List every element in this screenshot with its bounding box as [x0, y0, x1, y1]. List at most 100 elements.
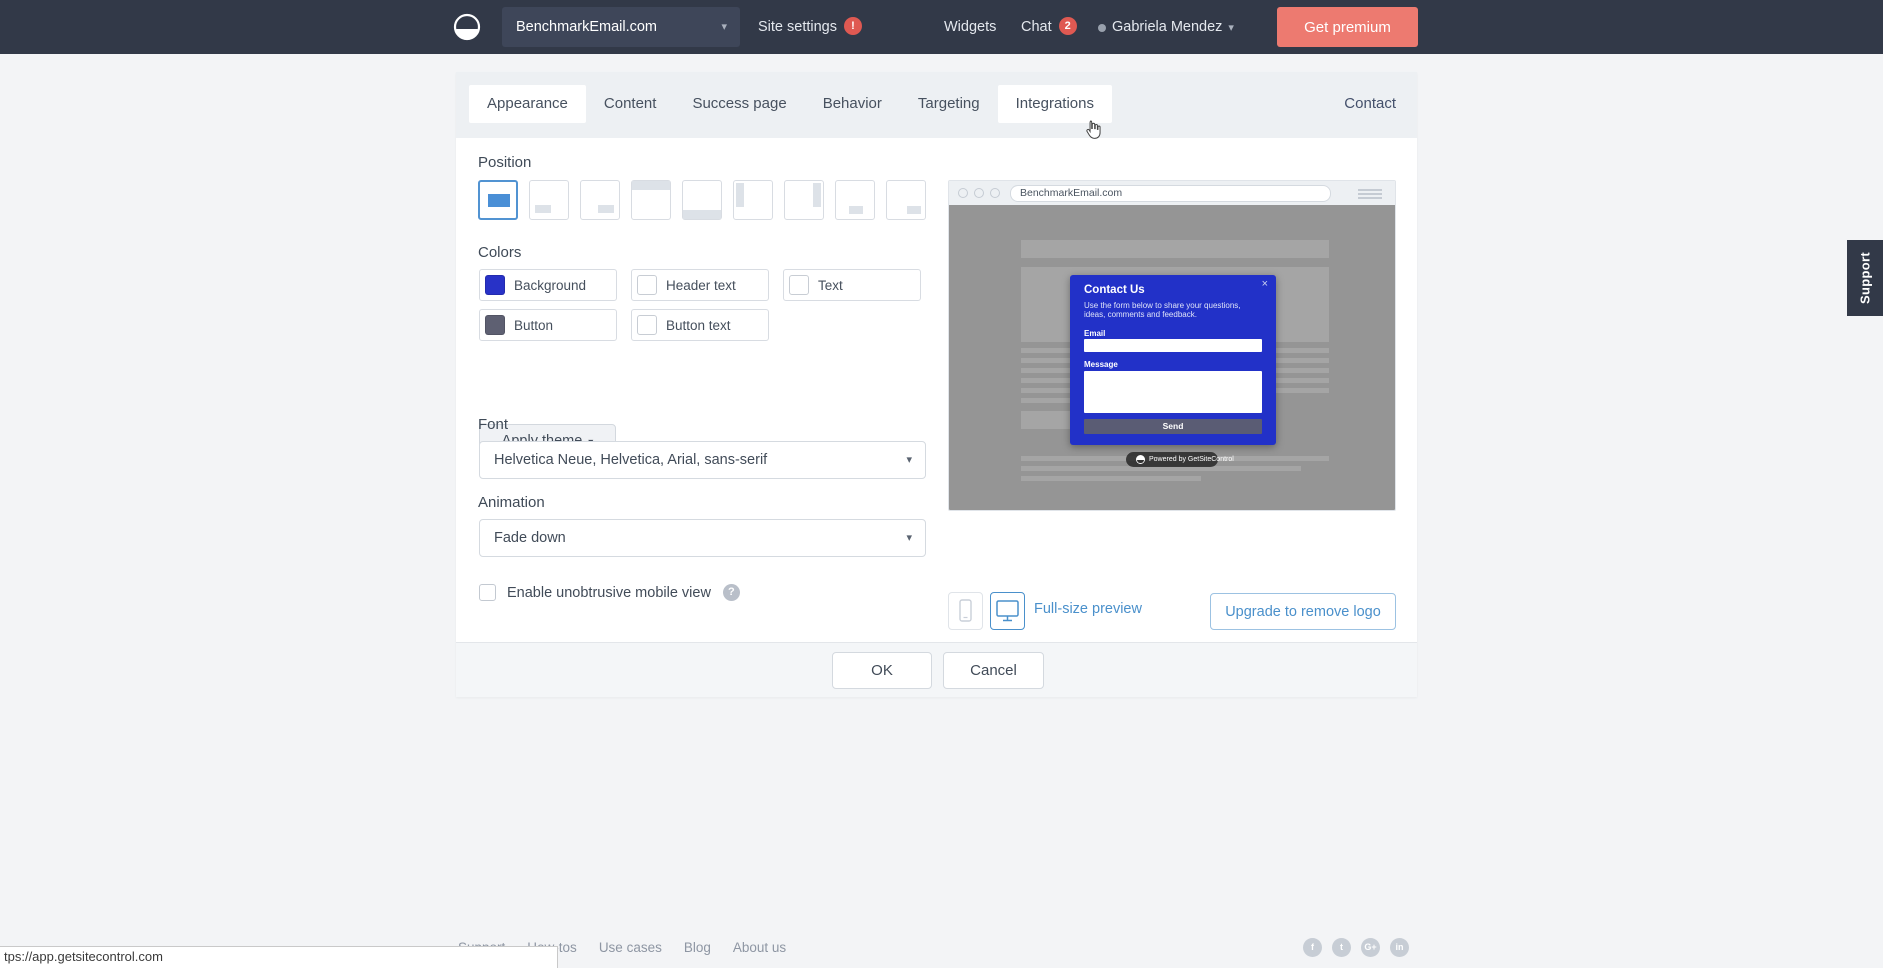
preview-page: Contact Us × Use the form below to share…: [949, 205, 1396, 511]
position-option-left-panel[interactable]: [733, 180, 773, 220]
message-textarea: [1084, 371, 1262, 413]
bottom-right-small-icon: [907, 206, 921, 214]
bottom-bar-icon: [683, 210, 721, 219]
help-icon[interactable]: ?: [723, 584, 740, 601]
full-size-preview-link[interactable]: Full-size preview: [1034, 601, 1142, 617]
linkedin-icon[interactable]: in: [1390, 938, 1409, 957]
position-label: Position: [478, 154, 531, 171]
widget-description: Use the form below to share your questio…: [1084, 302, 1262, 319]
tab-success-page[interactable]: Success page: [674, 85, 804, 123]
tab-appearance[interactable]: Appearance: [469, 85, 586, 123]
nav-site-settings[interactable]: Site settings!: [758, 0, 862, 54]
position-option-top-bar[interactable]: [631, 180, 671, 220]
swatch-color: [485, 275, 505, 295]
modal-center-icon: [488, 194, 510, 207]
position-option-bottom-center-small[interactable]: [835, 180, 875, 220]
mobile-preview-button[interactable]: [948, 592, 983, 630]
site-selector-dropdown[interactable]: BenchmarkEmail.com ▾: [502, 7, 740, 47]
top-bar-icon: [632, 181, 670, 190]
color-swatch-button[interactable]: Button: [479, 309, 617, 341]
mobile-view-row: Enable unobtrusive mobile view ?: [479, 584, 740, 601]
email-input: [1084, 339, 1262, 352]
bottom-left-icon: [535, 205, 551, 213]
nav-chat[interactable]: Chat2: [1021, 0, 1077, 54]
swatch-color: [637, 275, 657, 295]
support-tab-label: Support: [1858, 252, 1873, 304]
mobile-view-checkbox[interactable]: [479, 584, 496, 601]
chat-badge: 2: [1059, 17, 1077, 35]
chevron-down-icon: ▾: [1228, 22, 1234, 34]
footer-link-use-cases[interactable]: Use cases: [599, 940, 662, 955]
color-row-2: Button Button text: [479, 309, 769, 341]
footer-link-about-us[interactable]: About us: [733, 940, 786, 955]
tab-targeting[interactable]: Targeting: [900, 85, 998, 123]
swatch-label: Header text: [666, 278, 736, 293]
animation-select[interactable]: Fade down ▾: [479, 519, 926, 557]
mobile-view-label[interactable]: Enable unobtrusive mobile view: [507, 585, 711, 601]
get-premium-button[interactable]: Get premium: [1277, 7, 1418, 47]
powered-badge: Powered by GetSiteControl: [1126, 452, 1218, 467]
googleplus-icon[interactable]: G+: [1361, 938, 1380, 957]
chevron-down-icon: ▾: [906, 442, 912, 478]
color-swatch-background[interactable]: Background: [479, 269, 617, 301]
support-tab[interactable]: Support: [1847, 240, 1883, 316]
close-icon: ×: [1262, 278, 1268, 290]
skeleton-bar: [1021, 240, 1329, 258]
font-select[interactable]: Helvetica Neue, Helvetica, Arial, sans-s…: [479, 441, 926, 479]
cancel-button[interactable]: Cancel: [943, 652, 1044, 689]
position-option-right-panel[interactable]: [784, 180, 824, 220]
url-bar: BenchmarkEmail.com: [1010, 185, 1331, 202]
panel-header: AppearanceContentSuccess pageBehaviorTar…: [456, 72, 1417, 138]
site-selector-value: BenchmarkEmail.com: [516, 19, 657, 35]
footer-link-blog[interactable]: Blog: [684, 940, 711, 955]
contact-link[interactable]: Contact: [1344, 85, 1396, 123]
color-swatch-text[interactable]: Text: [783, 269, 921, 301]
swatch-color: [637, 315, 657, 335]
color-row-1: Background Header text Text: [479, 269, 921, 301]
tab-integrations[interactable]: Integrations: [998, 85, 1112, 123]
browser-chrome: BenchmarkEmail.com: [949, 181, 1395, 205]
send-button: Send: [1084, 419, 1262, 434]
user-menu[interactable]: Gabriela Mendez ▾: [1112, 0, 1234, 54]
position-option-modal-center[interactable]: [478, 180, 518, 220]
ok-button[interactable]: OK: [832, 652, 932, 689]
powered-label: Powered by GetSiteControl: [1149, 456, 1234, 463]
right-panel-icon: [813, 183, 821, 207]
facebook-icon[interactable]: f: [1303, 938, 1322, 957]
widget-settings-panel: AppearanceContentSuccess pageBehaviorTar…: [456, 72, 1417, 697]
swatch-color: [789, 275, 809, 295]
tab-bar: AppearanceContentSuccess pageBehaviorTar…: [469, 85, 1112, 123]
monitor-icon: [991, 593, 1024, 629]
skeleton-bar: [1021, 476, 1201, 481]
browser-dots-icon: [958, 188, 1000, 198]
preview-controls: Full-size preview Upgrade to remove logo: [948, 592, 1396, 630]
tab-content[interactable]: Content: [586, 85, 675, 123]
twitter-icon[interactable]: t: [1332, 938, 1351, 957]
getsitecontrol-logo-icon[interactable]: [452, 12, 482, 42]
position-option-bottom-bar[interactable]: [682, 180, 722, 220]
animation-select-value: Fade down: [494, 530, 566, 546]
chevron-down-icon: ▾: [721, 7, 727, 47]
contact-widget-preview: Contact Us × Use the form below to share…: [1070, 275, 1276, 445]
bottom-center-small-icon: [849, 206, 863, 214]
user-name: Gabriela Mendez: [1112, 19, 1222, 35]
color-swatch-button-text[interactable]: Button text: [631, 309, 769, 341]
swatch-label: Background: [514, 278, 586, 293]
animation-label: Animation: [478, 494, 545, 511]
nav-widgets[interactable]: Widgets: [944, 0, 996, 54]
font-select-value: Helvetica Neue, Helvetica, Arial, sans-s…: [494, 452, 767, 468]
position-option-bottom-right[interactable]: [580, 180, 620, 220]
color-swatch-header-text[interactable]: Header text: [631, 269, 769, 301]
message-label: Message: [1084, 360, 1118, 369]
position-option-bottom-left[interactable]: [529, 180, 569, 220]
status-bar: tps://app.getsitecontrol.com: [0, 946, 558, 968]
swatch-label: Text: [818, 278, 843, 293]
position-option-bottom-right-small[interactable]: [886, 180, 926, 220]
desktop-preview-button[interactable]: [990, 592, 1025, 630]
top-navbar: BenchmarkEmail.com ▾ Site settings! Widg…: [0, 0, 1883, 54]
bottom-right-icon: [598, 205, 614, 213]
upgrade-button[interactable]: Upgrade to remove logo: [1210, 593, 1396, 630]
left-panel-icon: [736, 183, 744, 207]
tab-behavior[interactable]: Behavior: [805, 85, 900, 123]
font-label: Font: [478, 416, 508, 433]
